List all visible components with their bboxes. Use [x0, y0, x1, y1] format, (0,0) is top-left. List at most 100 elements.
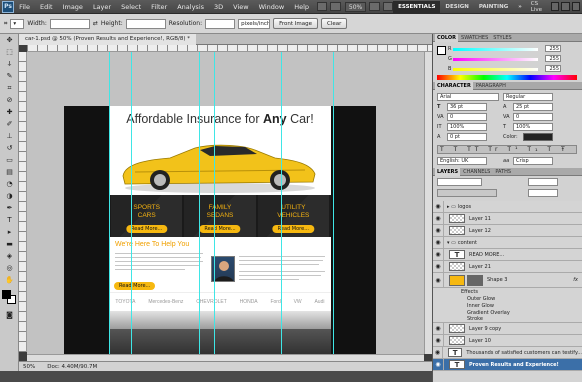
document-tab[interactable]: car-1.psd @ 50% (Proven Results and Expe…	[19, 33, 197, 45]
tracking-field[interactable]: 0	[513, 113, 553, 121]
dodge-tool-icon[interactable]: ◑	[3, 191, 16, 202]
3d-orbit-icon[interactable]: ◎	[3, 263, 16, 274]
shape-tool-icon[interactable]: ▬	[3, 239, 16, 250]
eye-icon[interactable]: ◉	[433, 334, 444, 347]
effects-header[interactable]: Effects	[433, 288, 582, 295]
workspace-design[interactable]: DESIGN	[440, 1, 473, 13]
layer-item[interactable]: ◉ Layer 10	[433, 334, 582, 347]
vertical-ruler[interactable]	[19, 52, 27, 352]
quick-select-tool-icon[interactable]: ✎	[3, 71, 16, 82]
tab-color[interactable]: COLOR	[435, 33, 459, 42]
blue-slider[interactable]	[453, 68, 538, 71]
tab-character[interactable]: CHARACTER	[435, 81, 473, 90]
eye-icon[interactable]: ◉	[433, 248, 444, 261]
menu-3d[interactable]: 3D	[209, 3, 228, 11]
width-field[interactable]	[49, 18, 90, 29]
eye-icon[interactable]: ◉	[433, 272, 444, 288]
workspace-more-icon[interactable]: »	[513, 1, 527, 13]
path-select-icon[interactable]: ▸	[3, 227, 16, 238]
lock-buttons[interactable]	[437, 189, 497, 197]
menu-layer[interactable]: Layer	[88, 3, 116, 11]
kerning-field[interactable]: 0	[447, 113, 487, 121]
bridge-button[interactable]	[317, 2, 328, 11]
blur-tool-icon[interactable]: ◔	[3, 179, 16, 190]
layer-item[interactable]: ◉ Layer 12	[433, 224, 582, 237]
red-value[interactable]: 255	[545, 45, 561, 52]
effect-item[interactable]: Gradient Overlay	[433, 309, 582, 316]
color-ramp[interactable]	[437, 75, 577, 80]
arrange-documents-button[interactable]	[369, 2, 380, 11]
guide-line[interactable]	[214, 52, 215, 354]
pasteboard[interactable]: Affordable Insurance for Any Car! SPORTS…	[27, 52, 424, 369]
zoom-level-dropdown[interactable]: 50%	[344, 1, 367, 12]
blend-mode-select[interactable]	[437, 178, 482, 186]
tab-swatches[interactable]: SWATCHES	[459, 34, 490, 42]
eye-icon[interactable]: ◉	[433, 224, 444, 237]
menu-select[interactable]: Select	[116, 3, 146, 11]
menu-view[interactable]: View	[228, 3, 253, 11]
document-canvas[interactable]: Affordable Insurance for Any Car! SPORTS…	[64, 106, 376, 369]
minimize-icon[interactable]	[550, 2, 560, 11]
layer-item[interactable]: ◉ Layer 21	[433, 260, 582, 273]
menu-analysis[interactable]: Analysis	[172, 3, 209, 11]
3d-rotate-icon[interactable]: ◈	[3, 251, 16, 262]
anti-alias-select[interactable]: Crisp	[513, 157, 553, 165]
type-tool-icon[interactable]: T	[3, 215, 16, 226]
horizontal-scrollbar[interactable]	[27, 354, 424, 361]
height-field[interactable]	[125, 18, 166, 29]
vertical-scrollbar[interactable]	[424, 52, 432, 354]
clear-button[interactable]: Clear	[321, 18, 348, 29]
eraser-tool-icon[interactable]: ▭	[3, 155, 16, 166]
gradient-tool-icon[interactable]: ▤	[3, 167, 16, 178]
horizontal-ruler[interactable]	[27, 45, 432, 52]
effect-item[interactable]: Inner Glow	[433, 302, 582, 309]
layer-item[interactable]: ◉ T READ MORE...	[433, 248, 582, 261]
workspace-essentials[interactable]: ESSENTIALS	[393, 0, 441, 13]
eye-icon[interactable]: ◉	[433, 236, 444, 249]
eye-icon[interactable]: ◉	[433, 212, 444, 225]
text-color-swatch[interactable]	[523, 133, 553, 141]
status-doc-info[interactable]: Doc: 4.40M/90.7M	[47, 364, 97, 370]
tab-layers[interactable]: LAYERS	[435, 167, 461, 176]
move-tool-icon[interactable]: ✥	[3, 35, 16, 46]
effect-item[interactable]: Stroke	[433, 316, 582, 323]
menu-edit[interactable]: Edit	[35, 3, 58, 11]
menu-file[interactable]: File	[14, 3, 35, 11]
guide-line[interactable]	[199, 52, 200, 354]
baseline-shift-field[interactable]: 0 pt	[447, 133, 487, 141]
font-family-select[interactable]: Arial	[437, 93, 499, 101]
eye-icon[interactable]: ◉	[433, 358, 444, 371]
brush-tool-icon[interactable]: ✐	[3, 119, 16, 130]
foreground-color-swatch[interactable]	[2, 290, 11, 299]
history-brush-icon[interactable]: ↺	[3, 143, 16, 154]
cs-live-button[interactable]: CS Live	[527, 1, 551, 13]
mini-bridge-button[interactable]	[330, 2, 341, 11]
resolution-unit-select[interactable]: pixels/inch	[238, 18, 271, 29]
close-icon[interactable]	[571, 2, 581, 11]
layer-group-logos[interactable]: ◉ ▸ ▭ logos	[433, 201, 582, 213]
font-style-select[interactable]: Regular	[503, 93, 553, 101]
clone-stamp-icon[interactable]: ⊥	[3, 131, 16, 142]
layer-group-content[interactable]: ◉ ▾ ▭ content	[433, 236, 582, 249]
fill-field[interactable]	[528, 189, 558, 197]
hand-tool-icon[interactable]: ✋	[3, 275, 16, 286]
tab-paths[interactable]: PATHS	[493, 168, 513, 176]
folder-icon[interactable]: ▾ ▭	[447, 240, 456, 246]
guide-line[interactable]	[333, 52, 334, 354]
green-slider[interactable]	[453, 58, 538, 61]
status-zoom[interactable]: 50%	[23, 364, 35, 370]
tab-styles[interactable]: STYLES	[491, 34, 513, 42]
tab-channels[interactable]: CHANNELS	[461, 168, 492, 176]
guide-line[interactable]	[131, 52, 132, 354]
tab-paragraph[interactable]: PARAGRAPH	[474, 82, 508, 90]
swap-icon[interactable]: ⇄	[93, 20, 98, 27]
menu-window[interactable]: Window	[254, 3, 290, 11]
eye-icon[interactable]: ◉	[433, 260, 444, 273]
eye-icon[interactable]: ◉	[433, 322, 444, 335]
vertical-scale-field[interactable]: 100%	[447, 123, 487, 131]
language-select[interactable]: English: UK	[437, 157, 487, 165]
front-image-button[interactable]: Front Image	[273, 18, 318, 29]
menu-filter[interactable]: Filter	[146, 3, 172, 11]
healing-brush-icon[interactable]: ✚	[3, 107, 16, 118]
red-slider[interactable]	[453, 48, 538, 51]
